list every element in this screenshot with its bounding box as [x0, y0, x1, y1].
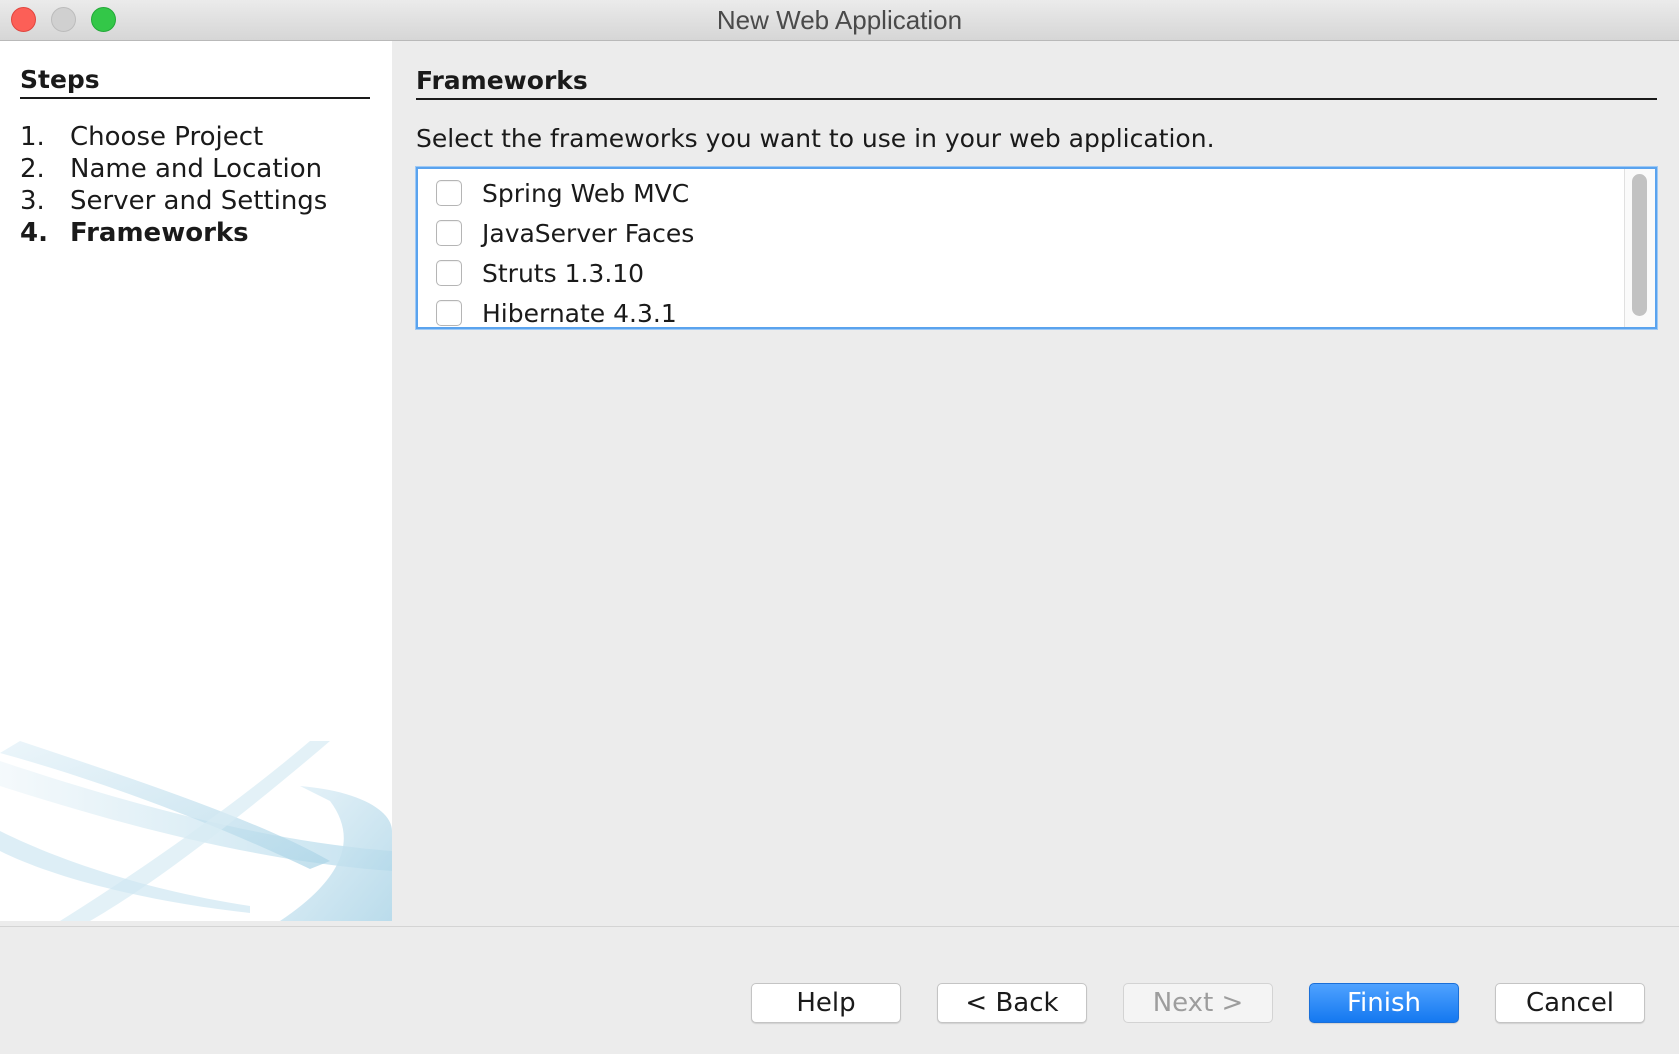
footer-separator — [0, 926, 1679, 927]
framework-item-spring-web-mvc[interactable]: Spring Web MVC — [436, 173, 689, 213]
instructions-text: Select the frameworks you want to use in… — [416, 124, 1215, 153]
next-button[interactable]: Next > — [1123, 983, 1273, 1023]
steps-list: 1. Choose Project 2. Name and Location 3. S… — [20, 121, 327, 249]
step-label: Server and Settings — [70, 186, 328, 216]
help-button[interactable]: Help — [751, 983, 901, 1023]
step-label: Choose Project — [70, 122, 264, 152]
finish-button[interactable]: Finish — [1309, 983, 1459, 1023]
framework-label: Spring Web MVC — [482, 178, 690, 208]
framework-label: JavaServer Faces — [482, 218, 695, 248]
decorative-swoosh-graphic — [0, 741, 392, 921]
step-label: Name and Location — [70, 154, 323, 184]
checkbox[interactable] — [436, 300, 462, 326]
framework-label: Hibernate 4.3.1 — [482, 298, 677, 328]
step-number: 3. — [20, 186, 45, 216]
steps-heading: Steps — [20, 65, 370, 99]
step-item-frameworks: 4. Frameworks — [20, 217, 327, 249]
step-label: Frameworks — [70, 218, 249, 248]
step-number: 1. — [20, 122, 45, 152]
window-title: New Web Application — [716, 5, 963, 35]
framework-item-hibernate[interactable]: Hibernate 4.3.1 — [436, 293, 677, 328]
title-bar: New Web Application — [0, 0, 1679, 41]
frameworks-list[interactable]: Spring Web MVC JavaServer Faces Struts 1… — [416, 167, 1657, 329]
step-number: 4. — [20, 218, 48, 248]
step-item-choose-project: 1. Choose Project — [20, 121, 327, 153]
checkbox[interactable] — [436, 180, 462, 206]
framework-item-struts[interactable]: Struts 1.3.10 — [436, 253, 644, 293]
scrollbar-thumb[interactable] — [1632, 174, 1647, 316]
framework-label: Struts 1.3.10 — [482, 258, 645, 288]
vertical-scrollbar[interactable] — [1624, 169, 1655, 327]
steps-panel: Steps 1. Choose Project 2. Name and Locati… — [0, 41, 392, 921]
frameworks-heading: Frameworks — [416, 66, 1657, 100]
checkbox[interactable] — [436, 260, 462, 286]
back-button[interactable]: < Back — [937, 983, 1087, 1023]
checkbox[interactable] — [436, 220, 462, 246]
step-item-server-and-settings: 3. Server and Settings — [20, 185, 327, 217]
cancel-button[interactable]: Cancel — [1495, 983, 1645, 1023]
framework-item-javaserver-faces[interactable]: JavaServer Faces — [436, 213, 694, 253]
step-item-name-and-location: 2. Name and Location — [20, 153, 327, 185]
step-number: 2. — [20, 154, 45, 184]
